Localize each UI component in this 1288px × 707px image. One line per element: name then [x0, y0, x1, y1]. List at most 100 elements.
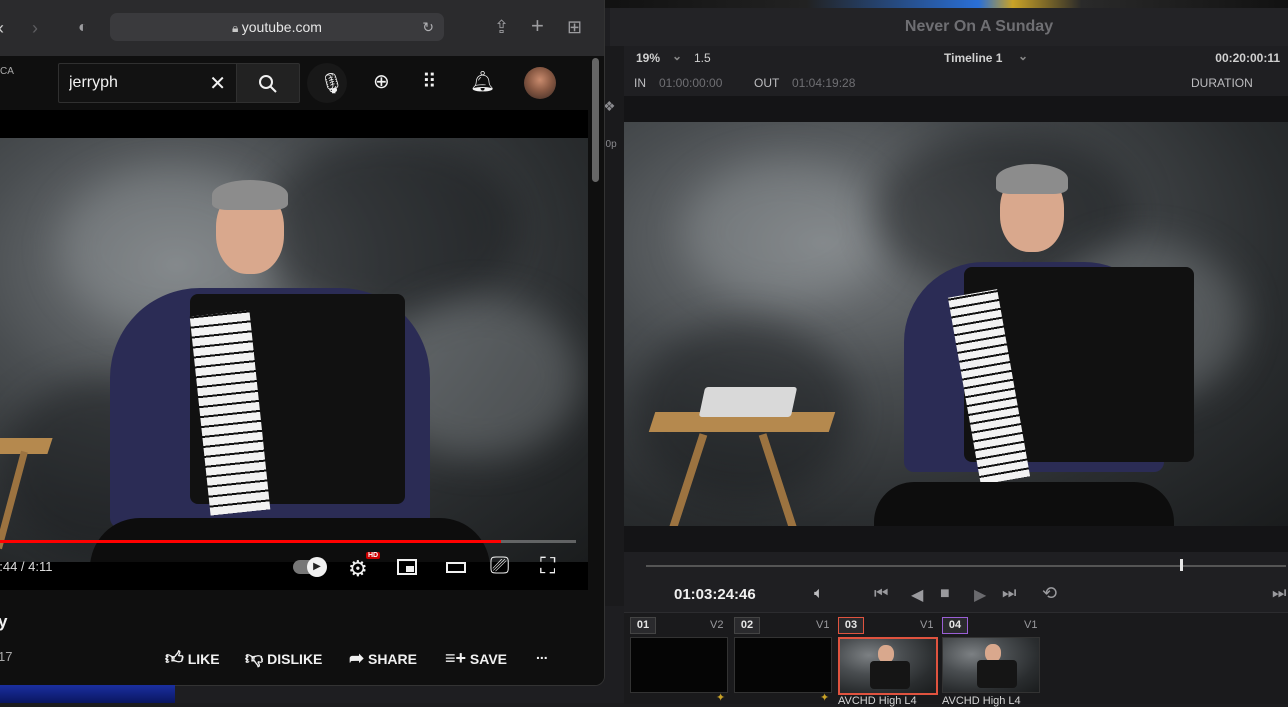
add-to-playlist-icon: ≡+: [445, 648, 467, 668]
hd-badge: HD: [366, 552, 381, 559]
forward-icon[interactable]: ›: [32, 18, 38, 38]
loop-icon[interactable]: ⟲: [1042, 583, 1057, 604]
like-label: LIKE: [187, 651, 220, 667]
dislike-button[interactable]: 👎︎ DISLIKE: [245, 648, 322, 668]
jump-to-start-icon[interactable]: ⏮: [874, 585, 888, 603]
clear-search-icon[interactable]: ✕: [209, 71, 226, 96]
video-player[interactable]: 3:44 / 4:11 ▶ ⚙ HD ⎚ ⛶: [0, 110, 588, 590]
video-frame: [0, 138, 588, 562]
more-actions-button[interactable]: ...: [536, 644, 548, 664]
in-label: IN: [634, 76, 646, 90]
search-button[interactable]: [236, 63, 300, 103]
safari-window: ‹ › ◐ 🔒︎ youtube.com ↻ ⇪ + ⊞ CA ✕ 🎙︎ ⊕ ⠿…: [0, 0, 605, 686]
video-title: y: [0, 612, 7, 632]
clip-number: 02: [734, 617, 760, 634]
scrub-bar[interactable]: [646, 565, 1286, 567]
clip-number: 04: [942, 617, 968, 634]
address-bar[interactable]: 🔒︎ youtube.com ↻: [110, 13, 444, 41]
next-edit-icon[interactable]: ⏭: [1272, 585, 1286, 603]
share-arrow-icon: ➦: [349, 648, 365, 668]
chevron-down-icon[interactable]: ⌄: [672, 49, 682, 63]
color-strip: [600, 0, 1288, 8]
playhead[interactable]: [1180, 559, 1183, 571]
back-icon[interactable]: ‹: [0, 18, 4, 38]
jump-to-end-icon[interactable]: ⏭: [1002, 585, 1016, 603]
shield-icon[interactable]: ◐: [78, 18, 88, 38]
notifications-bell-icon[interactable]: 🔔︎: [470, 72, 495, 92]
clip-thumbnail-03[interactable]: [838, 637, 938, 695]
clip-thumbnail-04[interactable]: [942, 637, 1040, 693]
clip-track: V1: [920, 619, 934, 631]
out-label: OUT: [754, 76, 780, 90]
playback-speed: 1.5: [694, 51, 711, 65]
voice-search-button[interactable]: 🎙︎: [307, 63, 347, 103]
miniplayer-icon[interactable]: [397, 559, 417, 575]
share-icon[interactable]: ⇪: [494, 17, 509, 37]
chevron-down-icon[interactable]: ⌄: [1018, 49, 1028, 63]
step-back-icon[interactable]: ◀: [911, 585, 923, 605]
zoom-level[interactable]: 19%: [636, 51, 660, 65]
clip-thumbnail-02[interactable]: [734, 637, 832, 693]
volume-icon[interactable]: 🔈︎: [814, 585, 824, 603]
sparkle-icon: ✦: [820, 692, 830, 704]
clip-strip: 01 V2 ✦ 02 V1 ✦ 03 V1 AVCHD High L4 04 V…: [624, 612, 1288, 707]
microphone-icon: 🎙︎: [319, 73, 345, 95]
airplay-icon[interactable]: ⎚: [490, 552, 509, 580]
current-timecode: 01:03:24:46: [674, 586, 756, 603]
timeline-timecode: 00:20:00:11: [1215, 51, 1280, 65]
clip-track: V2: [710, 619, 724, 631]
avatar[interactable]: [524, 67, 556, 99]
autoplay-toggle[interactable]: ▶: [293, 557, 327, 577]
share-label: SHARE: [367, 651, 417, 667]
transport-bar: 01:03:24:46 🔈︎ ⏮ ◀ ■ ▶ ⏭ ⟲ ⏭: [624, 552, 1288, 612]
thumbs-up-icon: 👍︎: [165, 648, 184, 668]
new-tab-icon[interactable]: +: [531, 15, 544, 37]
lock-icon: 🔒︎: [232, 21, 242, 35]
progress-fill: [0, 540, 502, 543]
clip-thumbnail-01[interactable]: [630, 637, 728, 693]
clip-number: 01: [630, 617, 656, 634]
search-field-wrap: ✕: [58, 63, 236, 103]
fullscreen-icon[interactable]: ⛶: [540, 553, 555, 579]
desktop-wallpaper: [0, 685, 175, 703]
play-icon[interactable]: ▶: [974, 585, 986, 605]
thumbs-down-icon: 👎︎: [245, 648, 264, 668]
like-button[interactable]: 👍︎ LIKE: [165, 648, 220, 668]
page-scrollbar[interactable]: [592, 58, 599, 182]
out-timecode[interactable]: 01:04:19:28: [792, 76, 855, 90]
in-out-bar: IN 01:00:00:00 OUT 01:04:19:28 DURATION: [624, 70, 1288, 97]
stop-icon[interactable]: ■: [940, 585, 950, 603]
clip-label: AVCHD High L4: [838, 695, 917, 707]
share-button[interactable]: ➦ SHARE: [349, 648, 417, 668]
duration-label: DURATION: [1191, 76, 1253, 90]
time-display: 3:44 / 4:11: [0, 559, 53, 574]
sound-module: [698, 387, 798, 417]
clip-track: V1: [1024, 619, 1038, 631]
save-button[interactable]: ≡+ SAVE: [445, 648, 507, 668]
video-frame: [624, 122, 1288, 526]
youtube-page: CA ✕ 🎙︎ ⊕ ⠿ 🔔︎: [0, 56, 604, 685]
viewer[interactable]: [624, 96, 1288, 552]
clip-label: AVCHD High L4: [942, 695, 1021, 707]
clip-number: 03: [838, 617, 864, 634]
in-timecode[interactable]: 01:00:00:00: [659, 76, 722, 90]
create-video-icon[interactable]: ⊕: [373, 72, 390, 92]
clip-track: V1: [816, 619, 830, 631]
project-title: Never On A Sunday: [610, 8, 1288, 46]
tab-overview-icon[interactable]: ⊞: [567, 17, 582, 37]
progress-track[interactable]: [0, 540, 576, 543]
timeline-name[interactable]: Timeline 1: [944, 51, 1002, 65]
sparkle-icon: ✦: [716, 692, 726, 704]
save-label: SAVE: [469, 651, 507, 667]
settings-gear-icon[interactable]: ⚙: [348, 556, 368, 582]
reload-icon[interactable]: ↻: [422, 13, 434, 41]
safari-toolbar: ‹ › ◐ 🔒︎ youtube.com ↻ ⇪ + ⊞: [0, 0, 604, 57]
logo-country-code: CA: [0, 66, 14, 77]
search-input[interactable]: [59, 64, 211, 102]
dislike-label: DISLIKE: [267, 651, 323, 667]
theater-mode-icon[interactable]: [446, 562, 466, 573]
more-icon: ...: [536, 646, 548, 662]
viewer-header: 19% ⌄ 1.5 Timeline 1 ⌄ 00:20:00:11: [624, 46, 1288, 71]
url-text: youtube.com: [241, 19, 322, 35]
apps-grid-icon[interactable]: ⠿: [422, 72, 437, 92]
